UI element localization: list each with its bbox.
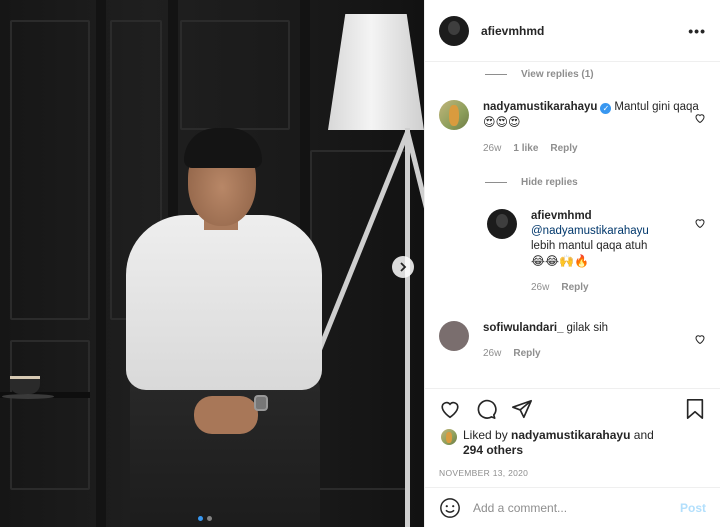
reply-button[interactable]: Reply: [550, 141, 577, 156]
comment-item: sofiwulandari_ gilak sih 26w Reply: [439, 321, 706, 361]
carousel-dots: [198, 516, 212, 521]
reply-age[interactable]: 26w: [531, 280, 549, 295]
author-username[interactable]: afievmhmd: [481, 24, 544, 38]
save-icon[interactable]: [684, 398, 706, 420]
action-icons: [425, 389, 720, 420]
comment-username[interactable]: nadyamustikarahayu: [483, 101, 597, 113]
reply-username[interactable]: afievmhmd: [531, 210, 592, 222]
saucer: [2, 394, 54, 399]
lamp-leg: [405, 128, 410, 527]
likes-user[interactable]: nadyamustikarahayu: [511, 428, 630, 442]
view-replies-label: View replies (1): [521, 69, 594, 80]
comment-username[interactable]: sofiwulandari_: [483, 322, 564, 334]
comment-input[interactable]: [473, 500, 680, 515]
wall-panel: [310, 150, 410, 490]
emoji-icon[interactable]: [439, 497, 461, 519]
add-comment-bar: Post: [425, 487, 720, 527]
next-arrow-icon: [400, 262, 407, 272]
post-actions: Liked by nadyamustikarahayu and 294 othe…: [425, 388, 720, 478]
heart-icon[interactable]: [694, 112, 706, 124]
comment-likes[interactable]: 1 like: [513, 141, 538, 156]
post-date[interactable]: NOVEMBER 13, 2020: [425, 458, 720, 478]
post-side-panel: afievmhmd ••• View replies (1) nadyamust…: [424, 0, 720, 527]
share-icon[interactable]: [511, 398, 533, 420]
comment-meta: 26w 1 like Reply: [483, 141, 706, 156]
post-photo[interactable]: [0, 0, 424, 527]
person-shirt: [126, 215, 322, 390]
avatar[interactable]: [439, 321, 469, 351]
person-hair: [184, 128, 262, 168]
wall-panel-edge: [96, 0, 106, 527]
reply-button[interactable]: Reply: [513, 346, 540, 361]
hide-replies-label: Hide replies: [521, 177, 578, 188]
avatar[interactable]: [439, 100, 469, 130]
post-header: afievmhmd •••: [425, 0, 720, 62]
wall-panel: [180, 20, 290, 130]
view-replies-button[interactable]: View replies (1): [485, 69, 594, 80]
likes-others[interactable]: 294 others: [463, 443, 523, 457]
heart-icon[interactable]: [694, 217, 706, 229]
more-icon[interactable]: •••: [688, 23, 706, 39]
person-hands: [194, 396, 258, 434]
avatar[interactable]: [441, 429, 457, 445]
comment-meta: 26w Reply: [483, 346, 706, 361]
comment-age[interactable]: 26w: [483, 141, 501, 156]
wall-panel: [10, 20, 90, 320]
carousel-dot-active: [198, 516, 203, 521]
avatar[interactable]: [439, 15, 469, 46]
coffee-cup: [10, 376, 40, 394]
comment-text: gilak sih: [566, 322, 609, 334]
wristwatch: [254, 395, 268, 411]
comment-item: nadyamustikarahayu ✓ Mantul gini qaqa 😍😍😍 2…: [439, 100, 706, 156]
likes-and: and: [633, 428, 654, 442]
floor-lamp-shade: [328, 14, 424, 130]
post-button[interactable]: Post: [680, 501, 706, 515]
comment-icon[interactable]: [475, 398, 497, 420]
reply-emoji: 😂😂🙌🔥: [531, 254, 589, 268]
likes-prefix: Liked by: [463, 428, 508, 442]
reply-meta: 26w Reply: [531, 280, 706, 295]
comment-text: Mantul gini qaqa: [614, 101, 699, 113]
comment-age[interactable]: 26w: [483, 346, 501, 361]
verified-icon: ✓: [600, 103, 612, 114]
wall-panel: [10, 340, 90, 490]
mention-link[interactable]: @nadyamustikarahayu: [531, 225, 649, 237]
divider-line: [485, 182, 507, 183]
heart-icon[interactable]: [439, 398, 461, 420]
reply-button[interactable]: Reply: [561, 280, 588, 295]
hide-replies-button[interactable]: Hide replies: [485, 177, 578, 188]
comment-emoji: 😍😍😍: [483, 115, 521, 129]
avatar[interactable]: [487, 209, 517, 239]
next-arrow-button[interactable]: [392, 256, 414, 278]
divider-line: [485, 74, 507, 75]
reply-item: afievmhmd @nadyamustikarahayu lebih mant…: [487, 209, 706, 295]
carousel-dot: [207, 516, 212, 521]
comments-list: View replies (1) nadyamustikarahayu ✓ Mant…: [425, 62, 720, 388]
reply-text: lebih mantul qaqa atuh: [531, 240, 648, 252]
heart-icon[interactable]: [694, 333, 706, 345]
likes-summary: Liked by nadyamustikarahayu and 294 othe…: [425, 420, 720, 458]
